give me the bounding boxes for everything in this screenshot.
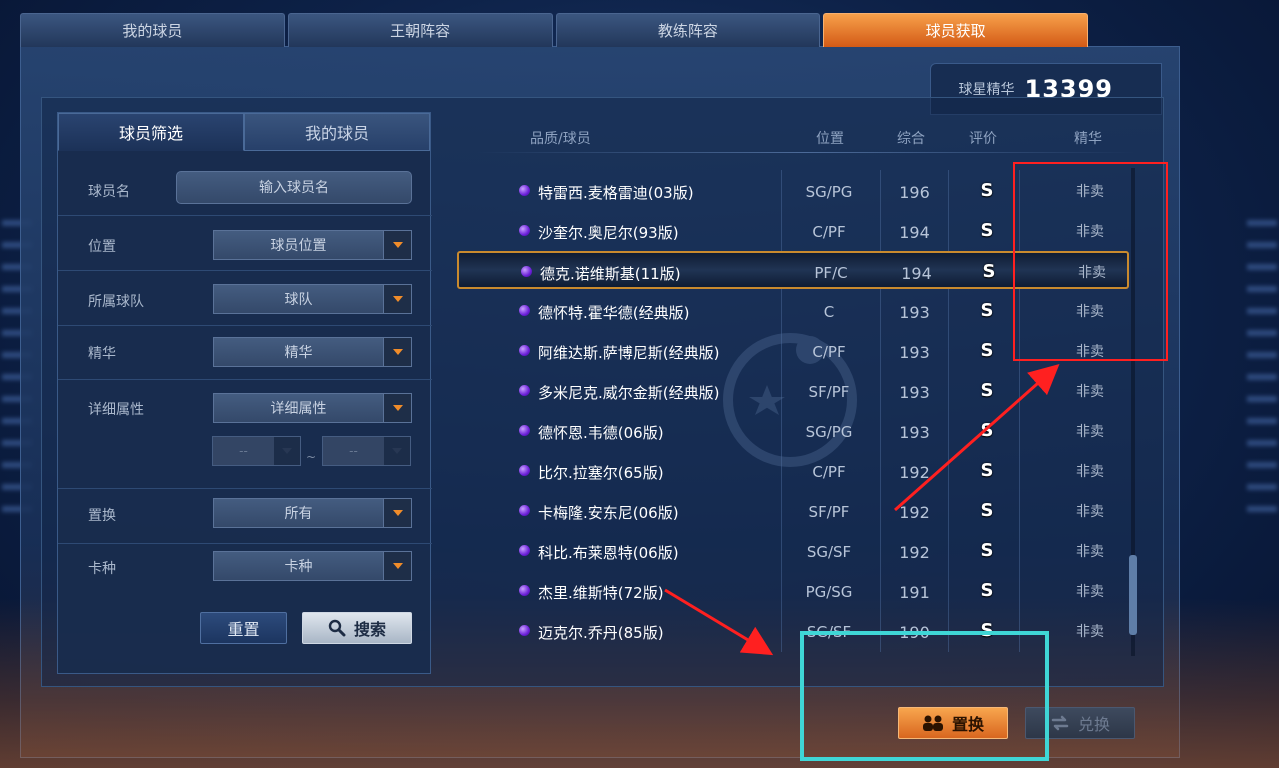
annotation-arrow-up: [894, 364, 1060, 512]
annotation-arrow-down: [664, 588, 774, 656]
annotation-arrows: [664, 364, 1060, 656]
